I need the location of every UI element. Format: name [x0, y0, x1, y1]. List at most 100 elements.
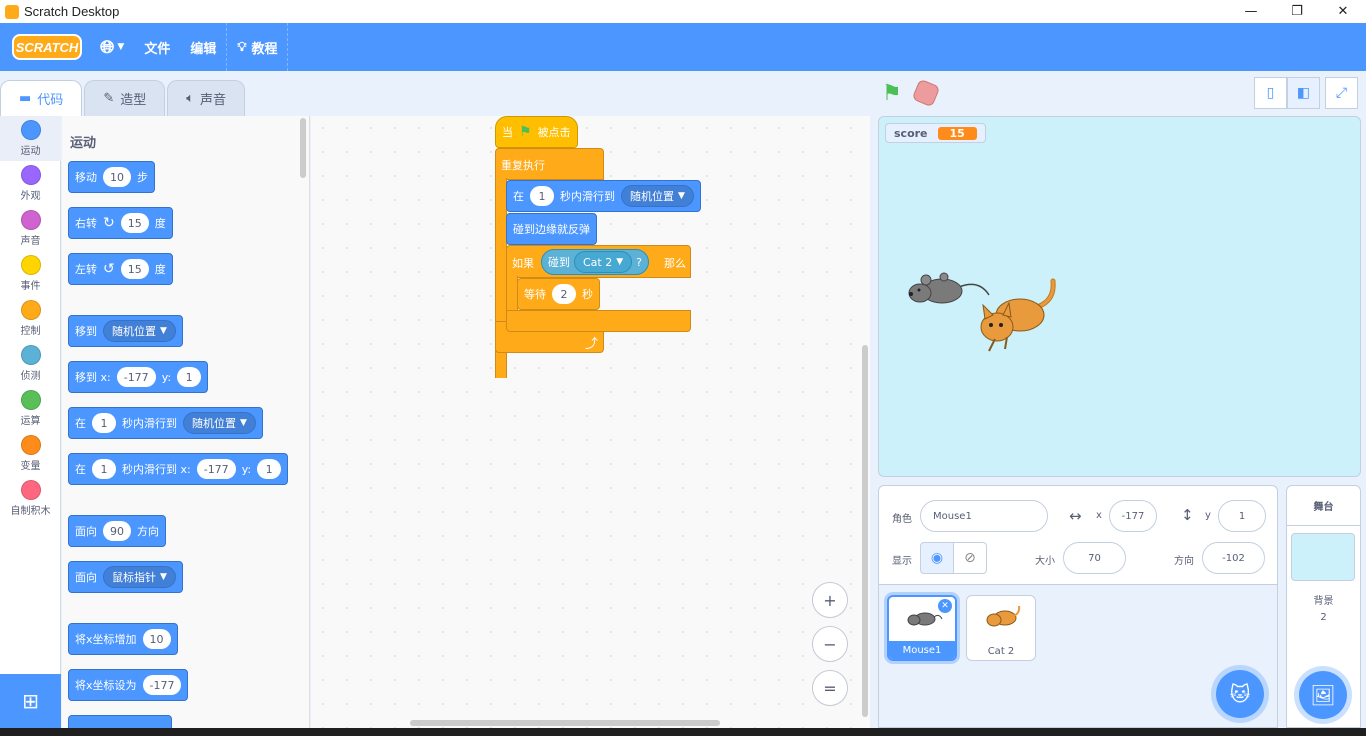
sprite-name-input[interactable]: Mouse1: [920, 500, 1048, 532]
small-stage-button[interactable]: ▯: [1254, 77, 1287, 109]
category-control[interactable]: 控制: [0, 296, 61, 341]
palette-scrollbar[interactable]: [300, 118, 306, 178]
block-go-to-xy[interactable]: 移到 x: -177 y: 1: [68, 361, 209, 393]
sprite-name: Cat 2: [987, 645, 1015, 657]
stop-button[interactable]: [911, 78, 941, 108]
x-input[interactable]: -177: [116, 367, 156, 387]
fullscreen-button[interactable]: ⤢: [1325, 77, 1358, 109]
category-variables[interactable]: 变量: [0, 431, 61, 476]
category-dot: [20, 345, 41, 365]
palette-section-title: 运动: [70, 136, 97, 151]
edit-menu[interactable]: 编辑: [180, 23, 226, 71]
show-sprite-button[interactable]: ◉: [920, 542, 954, 574]
maximize-button[interactable]: ❐: [1274, 0, 1320, 23]
script-wait[interactable]: 等待 2 秒: [517, 278, 600, 310]
green-flag-icon: ⚑: [519, 124, 532, 140]
x-label: x: [1096, 510, 1102, 521]
backdrop-thumbnail[interactable]: [1291, 533, 1355, 581]
sprite-thumb-mouse1[interactable]: ✕ Mouse1: [887, 595, 957, 661]
language-menu[interactable]: 🌐︎ ▼: [90, 23, 134, 71]
category-operators[interactable]: 运算: [0, 386, 61, 431]
block-point-direction[interactable]: 面向 90 方向: [68, 515, 166, 547]
category-sound[interactable]: 声音: [0, 206, 61, 251]
script-touching-condition[interactable]: 碰到 Cat 2 ▼ ?: [541, 249, 649, 275]
normal-stage-button[interactable]: ◧: [1287, 77, 1320, 109]
sprite-y-input[interactable]: 1: [1218, 500, 1266, 532]
add-extension-button[interactable]: ⊞: [0, 674, 61, 728]
touching-target-dropdown[interactable]: Cat 2 ▼: [574, 251, 633, 273]
sprite-name: Mouse1: [889, 641, 955, 659]
degrees-input[interactable]: 15: [120, 213, 149, 233]
tutorials-menu[interactable]: 💡︎ 教程: [227, 23, 287, 71]
set-x-input[interactable]: -177: [142, 675, 182, 695]
y-input[interactable]: 1: [177, 367, 202, 387]
choose-backdrop-button[interactable]: 🖼︎: [1299, 671, 1347, 719]
category-sensing[interactable]: 侦测: [0, 341, 61, 386]
glide-secs-input[interactable]: 1: [530, 186, 554, 206]
x-input[interactable]: -177: [196, 459, 236, 479]
target-dropdown[interactable]: 随机位置 ▼: [103, 320, 176, 342]
score-monitor[interactable]: score 15: [885, 123, 986, 143]
block-set-x[interactable]: 将x坐标设为 -177: [68, 669, 189, 701]
block-change-x[interactable]: 将x坐标增加 10: [68, 623, 178, 655]
glide-target-dropdown[interactable]: 随机位置 ▼: [621, 185, 694, 207]
sprite-size-input[interactable]: 70: [1063, 542, 1126, 574]
category-events[interactable]: 事件: [0, 251, 61, 296]
tab-costumes[interactable]: ✎ 造型: [84, 80, 166, 116]
zoom-reset-button[interactable]: =: [812, 670, 848, 706]
block-partial[interactable]: [68, 715, 172, 728]
direction-input[interactable]: 90: [103, 521, 131, 541]
steps-input[interactable]: 10: [103, 167, 131, 187]
script-when-flag-clicked[interactable]: 当 ⚑ 被点击: [495, 116, 578, 148]
block-glide-to[interactable]: 在 1 秒内滑行到 随机位置 ▼: [68, 407, 263, 439]
degrees-input[interactable]: 15: [120, 259, 149, 279]
y-input[interactable]: 1: [257, 459, 282, 479]
stage[interactable]: score 15: [878, 116, 1361, 477]
script-area-hscrollbar[interactable]: [410, 720, 720, 726]
hide-sprite-button[interactable]: ⊘: [953, 542, 987, 574]
wait-secs-input[interactable]: 2: [552, 284, 576, 304]
script-glide-to[interactable]: 在 1 秒内滑行到 随机位置 ▼: [506, 180, 701, 212]
zoom-out-button[interactable]: −: [812, 626, 848, 662]
stage-panel-title: 舞台: [1287, 486, 1360, 526]
block-turn-left[interactable]: 左转 ↺ 15 度: [68, 253, 173, 285]
tab-code[interactable]: ▬ 代码: [0, 80, 83, 116]
script-area-vscrollbar[interactable]: [862, 345, 868, 717]
scratch-app-icon: [5, 4, 19, 19]
block-glide-to-xy[interactable]: 在 1 秒内滑行到 x: -177 y: 1: [68, 453, 289, 485]
block-turn-right[interactable]: 右转 ↻ 15 度: [68, 207, 173, 239]
towards-dropdown[interactable]: 鼠标指针 ▼: [103, 566, 176, 588]
script-if-bottom[interactable]: [506, 310, 691, 332]
block-point-towards[interactable]: 面向 鼠标指针 ▼: [68, 561, 183, 593]
file-menu[interactable]: 文件: [134, 23, 180, 71]
secs-input[interactable]: 1: [92, 459, 116, 479]
size-label: 大小: [1035, 556, 1055, 567]
minimize-button[interactable]: —: [1228, 0, 1274, 23]
sprite-x-input[interactable]: -177: [1109, 500, 1157, 532]
secs-input[interactable]: 1: [92, 413, 116, 433]
target-dropdown[interactable]: 随机位置 ▼: [183, 412, 256, 434]
scratch-logo[interactable]: SCRATCH: [12, 34, 82, 60]
stage-selector[interactable]: 舞台 背景 2 🖼︎: [1286, 485, 1361, 728]
show-label: 显示: [892, 556, 912, 567]
sprite-label: 角色: [892, 514, 912, 525]
category-my-blocks[interactable]: 自制积木: [0, 476, 61, 521]
block-go-to[interactable]: 移到 随机位置 ▼: [68, 315, 183, 347]
cat-sprite[interactable]: [975, 277, 1065, 355]
script-bounce-on-edge[interactable]: 碰到边缘就反弹: [506, 213, 597, 245]
choose-sprite-button[interactable]: 🐱︎: [1216, 670, 1264, 718]
zoom-in-button[interactable]: +: [812, 582, 848, 618]
y-label: y: [1205, 510, 1211, 521]
sprite-direction-input[interactable]: -102: [1202, 542, 1265, 574]
sprite-thumb-cat2[interactable]: Cat 2: [966, 595, 1036, 661]
green-flag-button[interactable]: ⚑: [882, 82, 906, 106]
image-add-icon: 🖼︎: [1310, 683, 1336, 707]
category-looks[interactable]: 外观: [0, 161, 61, 206]
backdrop-label: 背景: [1313, 596, 1334, 607]
block-move-steps[interactable]: 移动 10 步: [68, 161, 155, 193]
change-x-input[interactable]: 10: [142, 629, 171, 649]
script-area[interactable]: 当 ⚑ 被点击 重复执行 ⤴ 在 1 秒内滑行到 随机位置 ▼ 碰到边缘就反弹 如…: [311, 116, 870, 728]
category-motion[interactable]: 运动: [0, 116, 61, 161]
tab-sounds[interactable]: 🔈︎ 声音: [167, 80, 246, 116]
close-button[interactable]: ✕: [1320, 0, 1366, 23]
